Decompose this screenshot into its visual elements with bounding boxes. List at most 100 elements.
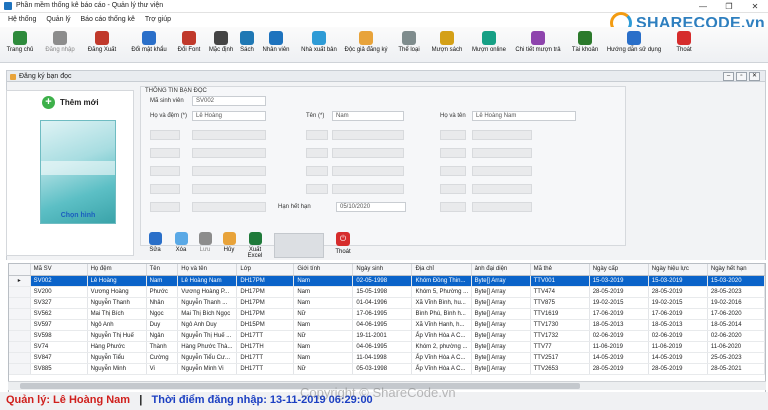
toolbar-button-12[interactable]: Mượn online	[470, 27, 508, 63]
table-cell[interactable]: Cường	[146, 352, 179, 364]
table-cell[interactable]: TTV1619	[530, 308, 590, 320]
row-header[interactable]	[9, 286, 31, 298]
table-row[interactable]: ▸ SV002 Lê Hoàng Nam Lê Hoàng Nam DH17PM Nam 02…	[9, 275, 765, 287]
table-cell[interactable]: Lê Hoàng	[87, 275, 147, 287]
table-cell[interactable]: 28-05-2019	[589, 363, 649, 375]
table-cell[interactable]: 02-05-1998	[352, 275, 413, 287]
column-header[interactable]: ảnh đại diện	[471, 264, 531, 276]
table-cell[interactable]: DH17TH	[236, 341, 295, 353]
action-button-1[interactable]: Xóa	[168, 231, 194, 261]
table-cell[interactable]: 17-06-1995	[352, 308, 413, 320]
toolbar-button-10[interactable]: Thể loại	[394, 27, 424, 63]
add-new-button[interactable]: + Thêm mới	[38, 94, 104, 112]
toolbar-button-9[interactable]: Độc giả đăng ký	[340, 27, 392, 63]
ho-dem-field[interactable]: Lê Hoàng	[192, 111, 266, 121]
table-cell[interactable]: Nguyễn Minh	[87, 363, 147, 375]
table-cell[interactable]: Nữ	[293, 330, 354, 342]
table-cell[interactable]: Byte[] Array	[471, 286, 531, 298]
table-cell[interactable]: Nam	[293, 341, 354, 353]
table-cell[interactable]: SV847	[30, 352, 88, 364]
table-cell[interactable]: Ngân	[146, 330, 179, 342]
column-header[interactable]: Mã thẻ	[530, 264, 590, 276]
column-header[interactable]: Ngày hết hạn	[707, 264, 765, 276]
action-button-4[interactable]: Xuất Excel	[242, 231, 268, 261]
table-cell[interactable]: DH17PM	[236, 286, 295, 298]
menu-he-thong[interactable]: Hệ thống	[8, 14, 36, 26]
table-cell[interactable]: Byte[] Array	[471, 319, 531, 331]
action-button-0[interactable]: Sửa	[142, 231, 168, 261]
table-row[interactable]: SV562 Mai Thị Bích Ngọc Mai Thị Bích Ngọc DH…	[9, 308, 765, 320]
table-cell[interactable]: 28-05-2023	[707, 286, 765, 298]
table-cell[interactable]: TTV1730	[530, 319, 590, 331]
toolbar-button-1[interactable]: Đăng nhập	[40, 27, 80, 63]
table-cell[interactable]: 18-05-2014	[707, 319, 765, 331]
blurred-field[interactable]	[192, 148, 266, 158]
menu-bao-cao[interactable]: Báo cáo thống kê	[80, 14, 135, 26]
table-cell[interactable]: 11-06-2019	[589, 341, 649, 353]
sub-close-button[interactable]: ✕	[749, 72, 760, 81]
table-cell[interactable]: DH17PM	[236, 275, 295, 287]
table-cell[interactable]: Hàng Phước Thà...	[177, 341, 238, 353]
table-cell[interactable]: Byte[] Array	[471, 308, 531, 320]
ten-field[interactable]: Nam	[332, 111, 404, 121]
column-header[interactable]: Ngày hiệu lực	[648, 264, 708, 276]
ho-ten-field[interactable]: Lê Hoàng Nam	[472, 111, 576, 121]
table-cell[interactable]: DH17PM	[236, 297, 295, 309]
toolbar-button-14[interactable]: Tài khoản	[570, 27, 600, 63]
column-header[interactable]: Họ đệm	[87, 264, 147, 276]
table-cell[interactable]: Khóm Đồng Thin...	[411, 275, 472, 287]
toolbar-button-7[interactable]: Nhân viên	[256, 27, 296, 63]
toolbar-button-5[interactable]: Mặc định	[206, 27, 236, 63]
blurred-field[interactable]	[472, 184, 532, 194]
table-cell[interactable]: Nguyễn Thanh ...	[177, 297, 238, 309]
menu-tro-giup[interactable]: Trợ giúp	[145, 14, 171, 26]
table-cell[interactable]: Byte[] Array	[471, 363, 531, 375]
table-cell[interactable]: 02-06-2019	[648, 330, 708, 342]
blurred-field[interactable]	[192, 202, 266, 212]
action-button-3[interactable]: Hủy	[216, 231, 242, 261]
table-cell[interactable]: 02-06-2020	[707, 330, 765, 342]
table-cell[interactable]: TTV1732	[530, 330, 590, 342]
table-cell[interactable]: Vương Hoàng	[87, 286, 147, 298]
table-cell[interactable]: Byte[] Array	[471, 297, 531, 309]
table-row[interactable]: SV847 Nguyễn Tiểu Cường Nguyễn Tiểu Cư... DH…	[9, 352, 765, 364]
table-cell[interactable]: Mai Thị Bích	[87, 308, 147, 320]
table-cell[interactable]: Nguyễn Tiểu Cư...	[177, 352, 238, 364]
table-cell[interactable]: Phước	[146, 286, 179, 298]
ma-sv-field[interactable]: SV002	[192, 96, 266, 106]
column-header[interactable]: Ngày sinh	[352, 264, 413, 276]
toolbar-button-0[interactable]: Trang chủ	[2, 27, 38, 63]
row-header[interactable]	[9, 297, 31, 309]
table-cell[interactable]: 17-06-2020	[707, 308, 765, 320]
toolbar-button-8[interactable]: Nhà xuất bản	[298, 27, 340, 63]
table-cell[interactable]: Bình Phú, Bình h...	[411, 308, 472, 320]
table-cell[interactable]: 11-06-2020	[707, 341, 765, 353]
table-cell[interactable]: SV598	[30, 330, 88, 342]
table-cell[interactable]: 14-05-2019	[648, 352, 708, 364]
table-cell[interactable]: 25-05-2023	[707, 352, 765, 364]
column-header[interactable]: Tên	[146, 264, 179, 276]
table-cell[interactable]: DH17TT	[236, 352, 295, 364]
table-row[interactable]: SV597 Ngô Anh Duy Ngô Anh Duy DH15PM Nam 04-06…	[9, 319, 765, 331]
table-cell[interactable]: DH17TT	[236, 330, 295, 342]
exit-form-button[interactable]: ⏻ Thoát	[330, 232, 356, 262]
table-cell[interactable]: Byte[] Array	[471, 275, 531, 287]
row-header[interactable]	[9, 341, 31, 353]
table-cell[interactable]: Nhân	[146, 297, 179, 309]
table-cell[interactable]: 15-03-2020	[707, 275, 765, 287]
blurred-field[interactable]	[472, 148, 532, 158]
sub-minimize-button[interactable]: –	[723, 72, 734, 81]
table-cell[interactable]: Nguyễn Tiểu	[87, 352, 147, 364]
table-cell[interactable]: SV002	[30, 275, 88, 287]
table-cell[interactable]: SV562	[30, 308, 88, 320]
table-cell[interactable]: Nam	[293, 286, 354, 298]
table-cell[interactable]: Nam	[293, 352, 354, 364]
table-cell[interactable]: SV885	[30, 363, 88, 375]
table-cell[interactable]: 18-05-2013	[648, 319, 708, 331]
current-row-arrow-icon[interactable]: ▸	[9, 275, 31, 287]
table-cell[interactable]: 19-11-2001	[352, 330, 413, 342]
table-cell[interactable]: Xã Vĩnh Hanh, h...	[411, 319, 472, 331]
table-cell[interactable]: 11-04-1998	[352, 352, 413, 364]
table-cell[interactable]: DH17PM	[236, 308, 295, 320]
table-cell[interactable]: TTV474	[530, 286, 590, 298]
